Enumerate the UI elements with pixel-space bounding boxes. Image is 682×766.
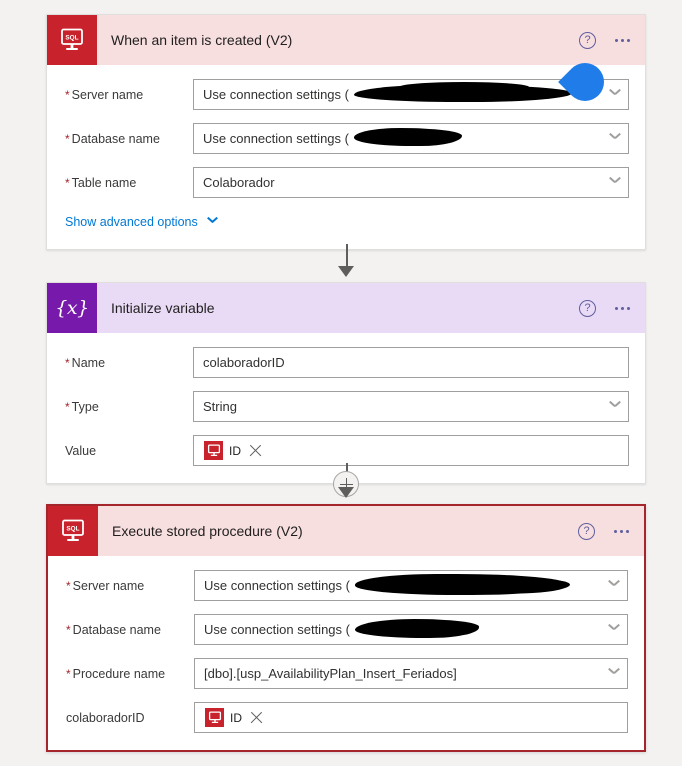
token-label: ID: [229, 443, 241, 458]
card-header[interactable]: {x} Initialize variable ?: [47, 283, 645, 333]
sql-monitor-icon: SQL: [48, 506, 98, 556]
field-row-colaboradorid-parameter: colaboradorID ID: [48, 702, 644, 733]
field-value: colaboradorID: [203, 355, 285, 370]
field-value: Colaborador: [203, 175, 275, 190]
procedure-name-dropdown[interactable]: [dbo].[usp_AvailabilityPlan_Insert_Feria…: [194, 658, 628, 689]
colaboradorid-parameter-input[interactable]: ID: [194, 702, 628, 733]
close-icon[interactable]: [249, 444, 262, 457]
field-label: Value: [65, 443, 97, 458]
redaction-blob: [355, 619, 479, 638]
more-commands-icon[interactable]: [614, 303, 631, 314]
variable-braces-icon: {x}: [47, 283, 97, 333]
action-card-execute-stored-procedure[interactable]: SQL Execute stored procedure (V2) ? * Ser…: [46, 504, 646, 752]
svg-text:SQL: SQL: [65, 34, 78, 41]
required-marker: *: [65, 355, 70, 370]
variable-value-input[interactable]: ID: [193, 435, 629, 466]
server-name-dropdown[interactable]: Use connection settings (: [194, 570, 628, 601]
chevron-down-icon[interactable]: [608, 668, 618, 678]
dynamic-content-token[interactable]: ID: [203, 441, 262, 460]
help-icon[interactable]: ?: [579, 299, 596, 317]
chevron-down-icon[interactable]: [609, 401, 619, 411]
card-body: * Server name Use connection settings ( *…: [47, 65, 645, 249]
sql-monitor-icon: [205, 708, 224, 727]
chevron-down-icon[interactable]: [207, 218, 218, 226]
field-label: * Name: [65, 355, 106, 370]
field-row-database-name: * Database name Use connection settings (: [48, 614, 644, 645]
flow-designer-canvas: SQL When an item is created (V2) ? * Serv…: [0, 0, 682, 766]
chevron-down-icon[interactable]: [609, 133, 619, 143]
required-marker: *: [66, 622, 71, 637]
database-name-dropdown[interactable]: Use connection settings (: [193, 123, 629, 154]
action-card-when-an-item-is-created[interactable]: SQL When an item is created (V2) ? * Serv…: [46, 14, 646, 250]
card-body: *Name colaboradorID *Type String Value: [47, 333, 645, 483]
field-value: Use connection settings (: [204, 622, 350, 637]
field-value: Use connection settings (: [203, 87, 349, 102]
field-row-server-name: * Server name Use connection settings (: [47, 79, 645, 110]
variable-type-dropdown[interactable]: String: [193, 391, 629, 422]
chevron-down-icon[interactable]: [608, 580, 618, 590]
required-marker: *: [65, 399, 70, 414]
field-label: * Type: [65, 399, 99, 414]
card-title: When an item is created (V2): [111, 32, 293, 48]
required-marker: *: [65, 131, 70, 146]
connector-arrowhead-1: [338, 266, 354, 277]
connector-arrowhead-2: [338, 487, 354, 498]
card-header-actions: ?: [578, 506, 630, 556]
card-title: Initialize variable: [111, 300, 215, 316]
sql-monitor-icon: [204, 441, 223, 460]
sql-monitor-icon: SQL: [47, 15, 97, 65]
card-header[interactable]: SQL When an item is created (V2) ?: [47, 15, 645, 65]
more-commands-icon[interactable]: [614, 35, 631, 46]
required-marker: *: [65, 87, 70, 102]
more-commands-icon[interactable]: [613, 526, 630, 537]
card-title: Execute stored procedure (V2): [112, 523, 303, 539]
card-header[interactable]: SQL Execute stored procedure (V2) ?: [48, 506, 644, 556]
card-header-actions: ?: [579, 15, 631, 65]
card-body: * Server name Use connection settings ( *…: [48, 556, 644, 750]
field-label: * Database name: [65, 131, 160, 146]
database-name-dropdown[interactable]: Use connection settings (: [194, 614, 628, 645]
field-label: * Server name: [66, 578, 145, 593]
close-icon[interactable]: [250, 711, 263, 724]
required-marker: *: [66, 666, 71, 681]
dynamic-content-token[interactable]: ID: [204, 708, 263, 727]
field-row-table-name: * Table name Colaborador: [47, 167, 645, 198]
chevron-down-icon[interactable]: [608, 624, 618, 634]
field-row-variable-name: * Name colaboradorID: [47, 347, 645, 378]
redaction-blob: [494, 578, 571, 595]
show-advanced-options[interactable]: Show advanced options: [47, 211, 645, 245]
field-label: * Table name: [65, 175, 137, 190]
field-row-variable-type: * Type String: [47, 391, 645, 422]
help-icon[interactable]: ?: [579, 31, 596, 49]
redaction-blob: [399, 82, 529, 92]
field-row-server-name: * Server name Use connection settings (: [48, 570, 644, 601]
token-label: ID: [230, 710, 242, 725]
field-value: Use connection settings (: [203, 131, 349, 146]
field-row-variable-value: Value ID: [47, 435, 645, 466]
required-marker: *: [65, 175, 70, 190]
field-row-procedure-name: * Procedure name [dbo].[usp_AvailabilityP…: [48, 658, 644, 689]
action-card-initialize-variable[interactable]: {x} Initialize variable ? * Name colabora…: [46, 282, 646, 484]
help-icon[interactable]: ?: [578, 522, 595, 540]
card-header-actions: ?: [579, 283, 631, 333]
svg-text:SQL: SQL: [66, 525, 79, 532]
field-label: * Procedure name: [66, 666, 166, 681]
field-label: * Server name: [65, 87, 144, 102]
chevron-down-icon[interactable]: [609, 177, 619, 187]
field-row-database-name: * Database name Use connection settings (: [47, 123, 645, 154]
redaction-blob: [355, 574, 567, 595]
field-value: String: [203, 399, 237, 414]
required-marker: *: [66, 578, 71, 593]
redaction-blob: [354, 85, 572, 102]
show-advanced-options-label[interactable]: Show advanced options: [65, 215, 198, 229]
table-name-dropdown[interactable]: Colaborador: [193, 167, 629, 198]
redaction-blob: [354, 128, 462, 146]
field-value: Use connection settings (: [204, 578, 350, 593]
field-label: colaboradorID: [66, 710, 145, 725]
variable-braces-glyph: {x}: [55, 296, 89, 319]
variable-name-input[interactable]: colaboradorID: [193, 347, 629, 378]
chevron-down-icon[interactable]: [609, 89, 619, 99]
field-label: * Database name: [66, 622, 161, 637]
field-value: [dbo].[usp_AvailabilityPlan_Insert_Feria…: [204, 666, 457, 681]
